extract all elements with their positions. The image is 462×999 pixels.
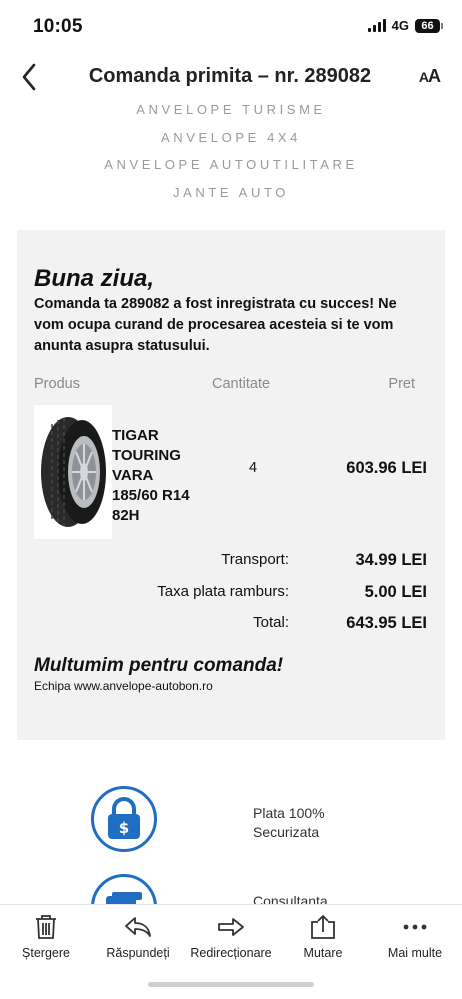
text-size-big-label: A: [428, 66, 441, 86]
transport-label: Transport:: [221, 551, 289, 568]
text-size-button[interactable]: AA: [418, 66, 441, 87]
text-size-small-label: A: [418, 69, 429, 85]
total-value: 643.95 LEI: [346, 614, 427, 632]
product-image[interactable]: [34, 405, 112, 539]
status-indicators: 4G 66: [367, 18, 443, 33]
category-link-jante[interactable]: JANTE AUTO: [0, 184, 462, 212]
category-links: ANVELOPE TURISME ANVELOPE 4X4 ANVELOPE A…: [0, 101, 462, 211]
move-icon: [278, 913, 368, 941]
more-label: Mai multe: [387, 946, 443, 960]
order-card: Buna ziua, Comanda ta 289082 a fost inre…: [17, 230, 445, 740]
delete-button[interactable]: Ștergere: [1, 913, 91, 960]
product-season: VARA: [112, 467, 154, 484]
product-price: 603.96 LEI: [346, 459, 427, 477]
forward-icon: [186, 913, 276, 941]
battery-icon: 66: [415, 18, 443, 33]
team-signature[interactable]: Echipa www.anvelope-autobon.ro: [34, 679, 213, 693]
total-label: Total:: [253, 614, 289, 631]
thanks-text: Multumim pentru comanda!: [34, 655, 284, 676]
product-name: TIGAR TOURING VARA 185/60 R14 82H: [112, 426, 212, 526]
svg-text:$: $: [119, 819, 129, 837]
product-index: 82H: [112, 507, 140, 524]
greeting: Buna ziua,: [34, 265, 155, 292]
header-price: Pret: [388, 376, 415, 392]
forward-label: Redirecționare: [190, 946, 272, 960]
header-product: Produs: [34, 376, 80, 392]
page-title: Comanda primita – nr. 289082: [88, 65, 372, 87]
more-icon: [370, 913, 460, 941]
fee-value: 5.00 LEI: [364, 583, 427, 601]
product-quantity: 4: [249, 460, 258, 476]
navigation-bar: Comanda primita – nr. 289082 AA: [0, 56, 462, 100]
intro-text: Comanda ta 289082 a fost inregistrata cu…: [34, 296, 397, 354]
chevron-left-icon: [22, 63, 36, 91]
move-button[interactable]: Mutare: [278, 913, 368, 960]
reply-button[interactable]: Răspundeți: [93, 913, 183, 960]
delete-label: Ștergere: [22, 946, 70, 960]
category-link-turisme[interactable]: ANVELOPE TURISME: [0, 101, 462, 129]
move-label: Mutare: [303, 946, 343, 960]
category-link-autoutilitare[interactable]: ANVELOPE AUTOUTILITARE: [0, 156, 462, 184]
category-link-4x4[interactable]: ANVELOPE 4X4: [0, 129, 462, 157]
home-indicator[interactable]: [148, 982, 314, 987]
reply-icon: [93, 913, 183, 941]
fee-label: Taxa plata ramburs:: [157, 583, 289, 600]
header-quantity: Cantitate: [212, 376, 271, 392]
status-time: 10:05: [33, 16, 83, 37]
more-button[interactable]: Mai multe: [370, 913, 460, 960]
status-bar: 10:05 4G 66: [0, 0, 462, 52]
tyre-icon: [41, 417, 106, 527]
product-brand: TIGAR: [112, 427, 159, 444]
back-button[interactable]: [14, 60, 44, 94]
product-size: 185/60 R14: [112, 487, 190, 504]
feature-secure-payment: Plata 100% Securizata: [253, 805, 325, 840]
product-model: TOURING: [112, 447, 181, 464]
network-type: 4G: [391, 18, 409, 33]
reply-label: Răspundeți: [106, 946, 170, 960]
transport-value: 34.99 LEI: [355, 551, 427, 569]
padlock-dollar-icon: $: [91, 786, 157, 852]
forward-button[interactable]: Redirecționare: [186, 913, 276, 960]
trash-icon: [1, 913, 91, 941]
signal-icon: [367, 19, 386, 32]
